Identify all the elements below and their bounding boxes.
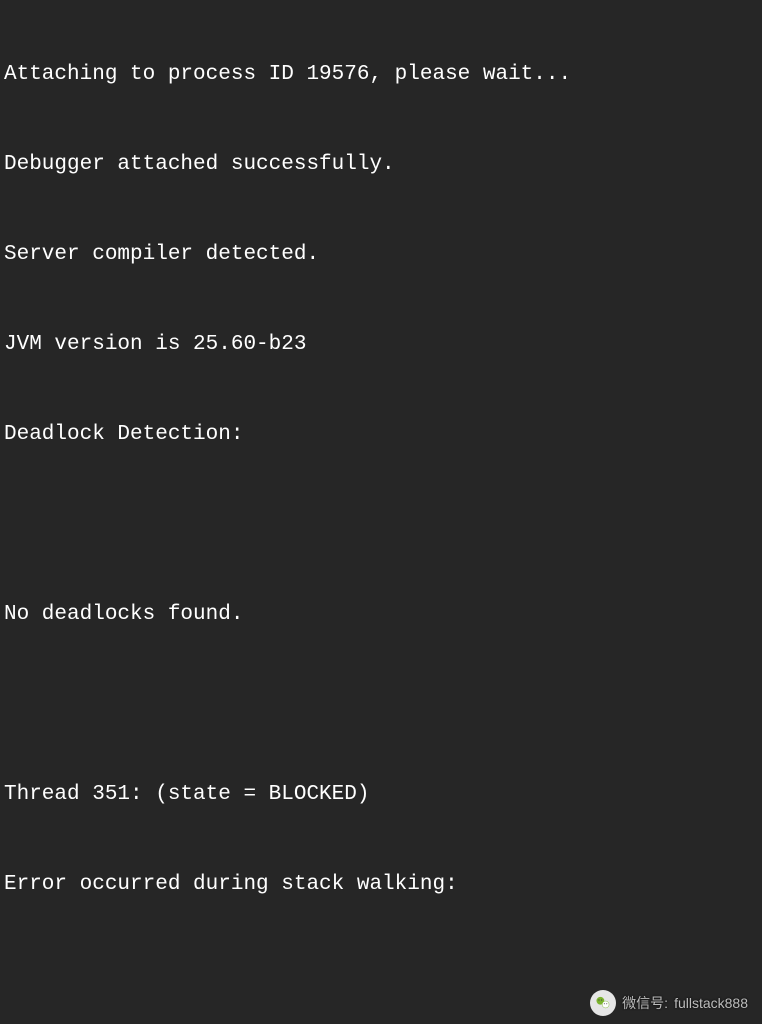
terminal-line: Debugger attached successfully. (4, 150, 758, 180)
terminal-line: Error occurred during stack walking: (4, 870, 758, 900)
terminal-line: Thread 351: (state = BLOCKED) (4, 780, 758, 810)
watermark-account: fullstack888 (674, 988, 748, 1018)
watermark: 微信号: fullstack888 (590, 988, 748, 1018)
terminal-line (4, 960, 758, 990)
terminal-line: Attaching to process ID 19576, please wa… (4, 60, 758, 90)
wechat-icon (590, 990, 616, 1016)
terminal-line (4, 690, 758, 720)
terminal-line: JVM version is 25.60-b23 (4, 330, 758, 360)
terminal-line: Server compiler detected. (4, 240, 758, 270)
terminal-output: Attaching to process ID 19576, please wa… (0, 0, 762, 1024)
terminal-line: Deadlock Detection: (4, 420, 758, 450)
terminal-line: No deadlocks found. (4, 600, 758, 630)
watermark-label: 微信号: (622, 988, 668, 1018)
terminal-line (4, 510, 758, 540)
